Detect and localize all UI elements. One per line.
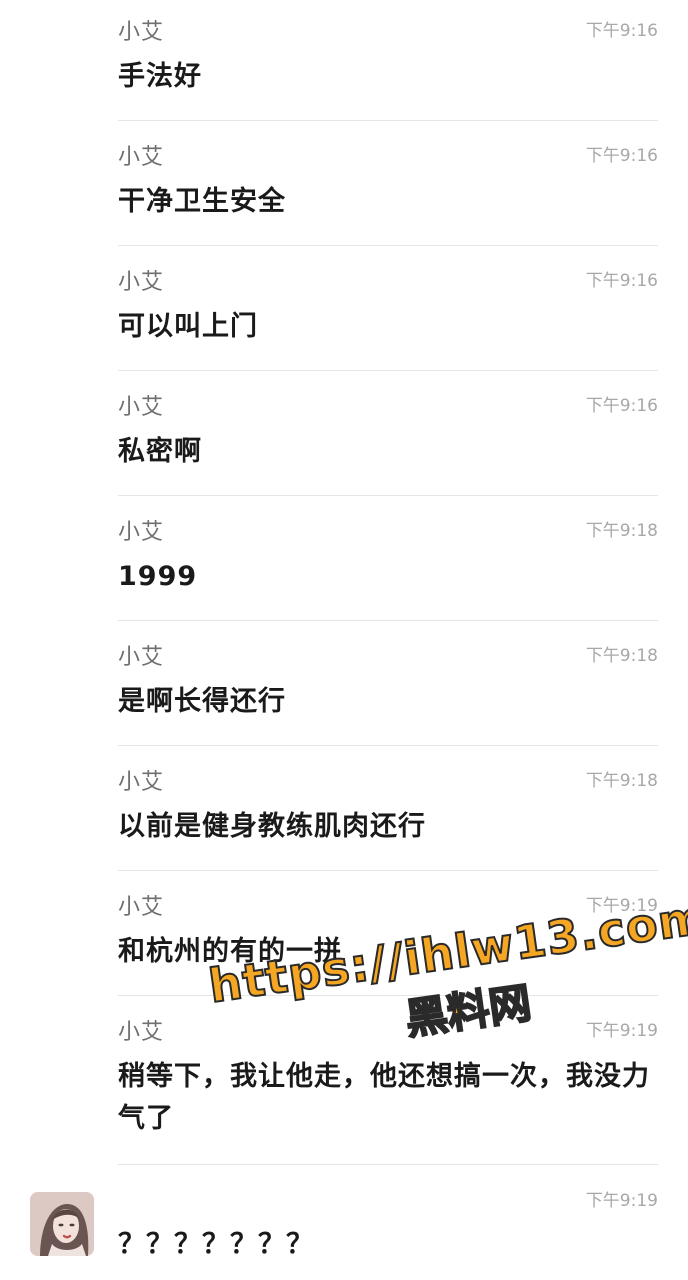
message-item[interactable]: 小艾 下午9:18 1999 (118, 500, 658, 621)
message-text: 手法好 (118, 61, 202, 92)
sender-name: 小艾 (118, 1020, 165, 1045)
message-time: 下午9:19 (585, 1191, 658, 1211)
message-text: 和杭州的有的一拼 (118, 936, 342, 967)
message-text: 1999 (118, 561, 198, 592)
message-item[interactable]: 小艾 下午9:19 稍等下，我让他走，他还想搞一次，我没力气了 (118, 1000, 658, 1165)
message-item[interactable]: 小艾 下午9:18 以前是健身教练肌肉还行 (118, 750, 658, 871)
message-item[interactable]: 小艾 下午9:16 可以叫上门 (118, 250, 658, 371)
chat-message-list: 小艾 下午9:16 手法好 小艾 下午9:16 干净卫生安全 小艾 下午9:16… (0, 0, 688, 1280)
message-time: 下午9:16 (585, 21, 658, 41)
message-time: 下午9:19 (585, 896, 658, 916)
message-text: 以前是健身教练肌肉还行 (118, 811, 426, 842)
message-text: 干净卫生安全 (118, 186, 286, 217)
sender-name: 小艾 (118, 895, 165, 920)
message-time: 下午9:16 (585, 396, 658, 416)
message-time: 下午9:18 (585, 771, 658, 791)
avatar-portrait-icon[interactable] (30, 1192, 94, 1256)
sender-name: 小艾 (118, 270, 165, 295)
sender-name: 小艾 (118, 20, 165, 45)
reply-message-item[interactable]: 下午9:19 ？？？？？？？ (118, 1170, 658, 1280)
message-text: 可以叫上门 (118, 311, 258, 342)
sender-name: 小艾 (118, 145, 165, 170)
message-time: 下午9:18 (585, 521, 658, 541)
message-item[interactable]: 小艾 下午9:16 手法好 (118, 0, 658, 121)
sender-name: 小艾 (118, 520, 165, 545)
message-text: ？？？？？？？ (118, 1229, 314, 1260)
avatar-image (30, 1192, 94, 1256)
message-text: 私密啊 (118, 436, 202, 467)
message-time: 下午9:18 (585, 646, 658, 666)
message-text: 是啊长得还行 (118, 686, 286, 717)
message-item[interactable]: 小艾 下午9:16 干净卫生安全 (118, 125, 658, 246)
sender-name: 小艾 (118, 645, 165, 670)
message-item[interactable]: 小艾 下午9:19 和杭州的有的一拼 (118, 875, 658, 996)
message-time: 下午9:16 (585, 271, 658, 291)
message-time: 下午9:19 (585, 1021, 658, 1041)
message-time: 下午9:16 (585, 146, 658, 166)
message-item[interactable]: 小艾 下午9:16 私密啊 (118, 375, 658, 496)
message-text: 稍等下，我让他走，他还想搞一次，我没力气了 (118, 1061, 650, 1134)
sender-name: 小艾 (118, 770, 165, 795)
message-item[interactable]: 小艾 下午9:18 是啊长得还行 (118, 625, 658, 746)
sender-name: 小艾 (118, 395, 165, 420)
